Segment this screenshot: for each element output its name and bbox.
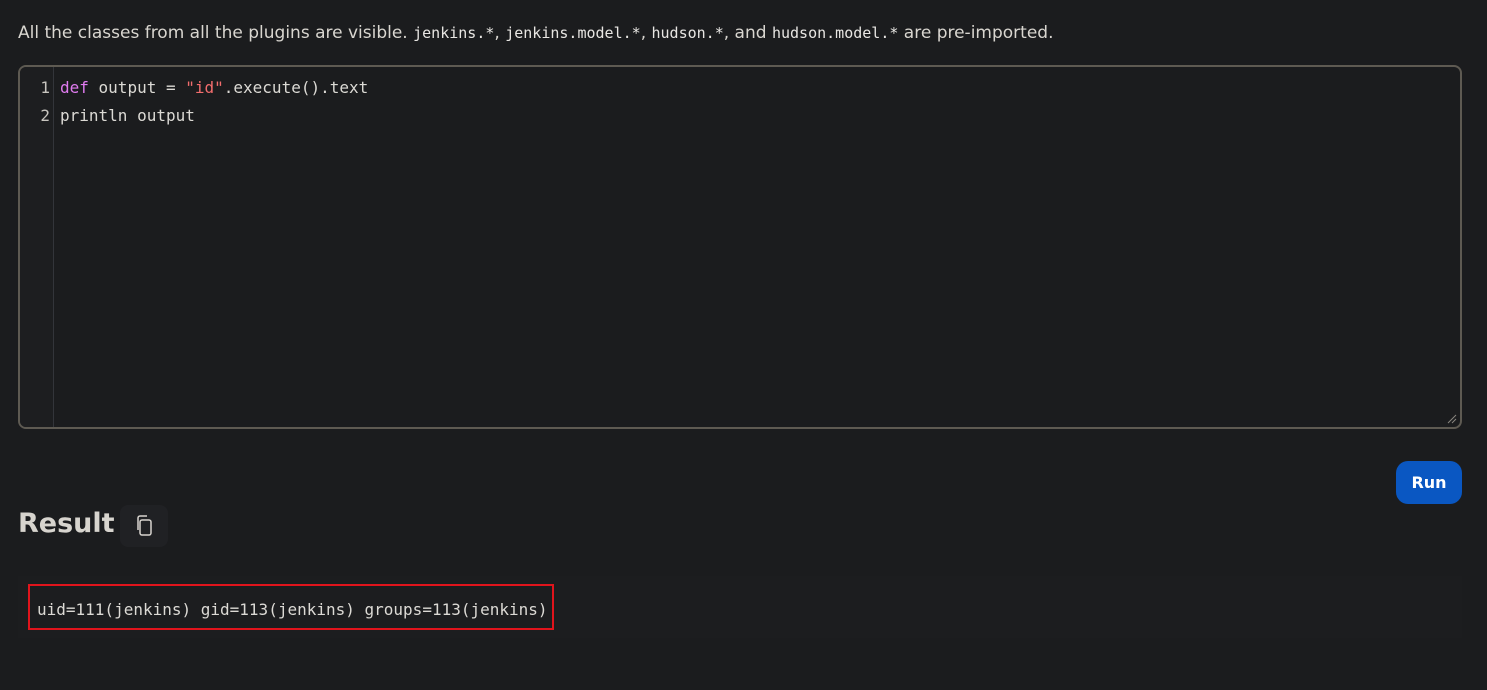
line-number-gutter: 1 2 [20,67,54,427]
package-jenkins-model: jenkins.model.* [505,24,641,42]
code-token: println output [60,106,195,125]
line-number: 2 [40,106,50,125]
code-token: .execute().text [223,78,369,97]
script-editor[interactable]: 1 2 def output = "id".execute().text pri… [18,65,1462,429]
intro-prefix: All the classes from all the plugins are… [18,23,414,43]
resize-handle-icon[interactable] [1447,414,1457,424]
copy-button[interactable] [120,505,168,547]
script-console-page: All the classes from all the plugins are… [0,0,1487,690]
package-hudson: hudson.* [651,24,724,42]
result-output-highlight: uid=111(jenkins) gid=113(jenkins) groups… [28,584,554,630]
code-token: output = [88,78,186,97]
intro-suffix: are pre-imported. [898,23,1054,43]
package-hudson-model: hudson.model.* [771,24,899,42]
run-button[interactable]: Run [1396,461,1462,504]
intro-separator: , [640,23,652,43]
string-token: "id" [185,78,224,97]
line-number: 1 [40,78,50,97]
copy-icon [137,515,152,536]
intro-separator: , and [723,23,772,43]
result-heading: Result [18,508,115,539]
code-line[interactable]: println output [60,106,195,125]
keyword-token: def [60,78,89,97]
result-output-text: uid=111(jenkins) gid=113(jenkins) groups… [37,600,548,619]
intro-separator: , [494,23,506,43]
intro-text: All the classes from all the plugins are… [18,23,1053,43]
code-line[interactable]: def output = "id".execute().text [60,78,368,97]
package-jenkins: jenkins.* [413,24,495,42]
